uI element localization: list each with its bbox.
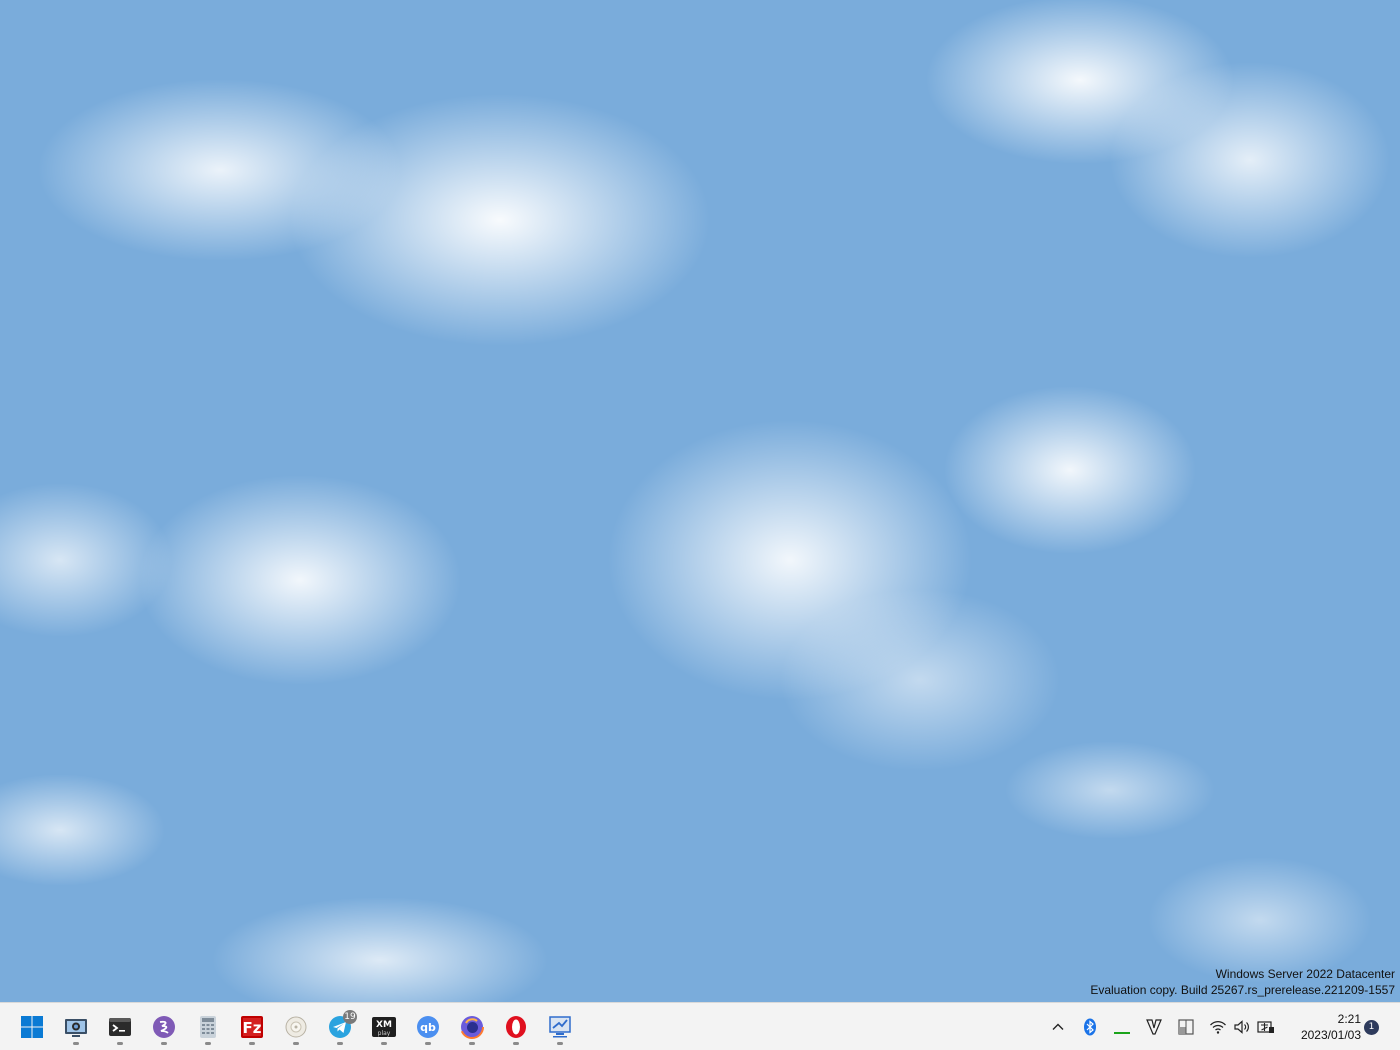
- desktop-wallpaper: Windows Server 2022 Datacenter Evaluatio…: [0, 0, 1400, 1002]
- taskbar-app-emacs[interactable]: [144, 1007, 184, 1047]
- window-layout-icon: [1178, 1019, 1194, 1035]
- taskbar-app-filezilla[interactable]: Fz: [232, 1007, 272, 1047]
- taskbar-app-remote-desktop[interactable]: [540, 1007, 580, 1047]
- svg-text:XM: XM: [376, 1020, 392, 1030]
- opera-icon: [506, 1016, 526, 1038]
- calculator-icon: [200, 1016, 216, 1038]
- running-indicator: [469, 1042, 475, 1045]
- running-indicator: [205, 1042, 211, 1045]
- show-hidden-icons-button[interactable]: [1046, 1015, 1070, 1039]
- notification-center-button[interactable]: 1: [1364, 1020, 1379, 1035]
- clock-time: 2:21: [1337, 1012, 1361, 1026]
- clock[interactable]: 2:21 2023/01/03: [1283, 1011, 1361, 1043]
- running-indicator: [249, 1042, 255, 1045]
- chevron-up-icon: [1052, 1023, 1064, 1030]
- taskbar-app-telegram[interactable]: 19: [320, 1007, 360, 1047]
- ime-icon: [1257, 1021, 1274, 1033]
- running-indicator: [293, 1042, 299, 1045]
- svg-text:play: play: [378, 1030, 391, 1037]
- qbittorrent-icon: qb: [417, 1016, 439, 1038]
- running-indicator: [73, 1042, 79, 1045]
- notification-badge: 19: [343, 1010, 357, 1024]
- terminal-icon: [109, 1018, 131, 1036]
- start-button[interactable]: [12, 1007, 52, 1047]
- bluetooth-tray-button[interactable]: [1078, 1015, 1102, 1039]
- speaker-icon: [1234, 1020, 1249, 1034]
- wifi-tray-button[interactable]: [1206, 1015, 1230, 1039]
- watermark-build: Evaluation copy. Build 25267.rs_prerelea…: [1090, 983, 1395, 997]
- vim-tray-button[interactable]: [1142, 1015, 1166, 1039]
- ime-tray-button[interactable]: [1254, 1015, 1278, 1039]
- taskbar-app-opera[interactable]: [496, 1007, 536, 1047]
- taskbar-app-disc[interactable]: [276, 1007, 316, 1047]
- taskbar-app-terminal[interactable]: [100, 1007, 140, 1047]
- taskbar-app-qbittorrent[interactable]: qb: [408, 1007, 448, 1047]
- running-indicator: [425, 1042, 431, 1045]
- os-watermark: Windows Server 2022 Datacenter Evaluatio…: [1090, 966, 1395, 998]
- running-indicator: [513, 1042, 519, 1045]
- bluetooth-icon: [1084, 1018, 1096, 1036]
- taskbar-app-xmplay[interactable]: XM play: [364, 1007, 404, 1047]
- firefox-icon: [460, 1015, 484, 1039]
- svg-text:Fz: Fz: [243, 1019, 262, 1037]
- vim-icon: [1146, 1019, 1162, 1035]
- window-layout-tray-button[interactable]: [1174, 1015, 1198, 1039]
- watermark-edition: Windows Server 2022 Datacenter: [1215, 967, 1395, 981]
- volume-tray-button[interactable]: [1230, 1015, 1254, 1039]
- gpu-meter-tray-button[interactable]: [1110, 1015, 1134, 1039]
- running-indicator: [557, 1042, 563, 1045]
- taskbar: Fz 19 XM play qb 2:21 2023/01/03 1: [0, 1002, 1400, 1050]
- taskbar-app-calculator[interactable]: [188, 1007, 228, 1047]
- xmplay-icon: XM play: [372, 1017, 396, 1037]
- taskbar-app-screenshot-tool[interactable]: [56, 1007, 96, 1047]
- running-indicator: [161, 1042, 167, 1045]
- running-indicator: [381, 1042, 387, 1045]
- remote-desktop-icon: [549, 1016, 571, 1038]
- filezilla-icon: Fz: [241, 1016, 263, 1038]
- wifi-icon: [1210, 1020, 1226, 1034]
- svg-text:qb: qb: [420, 1021, 436, 1034]
- clock-date: 2023/01/03: [1300, 1028, 1361, 1042]
- taskbar-app-firefox[interactable]: [452, 1007, 492, 1047]
- windows-logo-icon: [21, 1016, 43, 1038]
- camera-monitor-icon: [65, 1019, 87, 1037]
- emacs-icon: [153, 1016, 175, 1038]
- disc-icon: [285, 1016, 307, 1038]
- running-indicator: [117, 1042, 123, 1045]
- green-bar-icon: [1114, 1032, 1130, 1034]
- running-indicator: [337, 1042, 343, 1045]
